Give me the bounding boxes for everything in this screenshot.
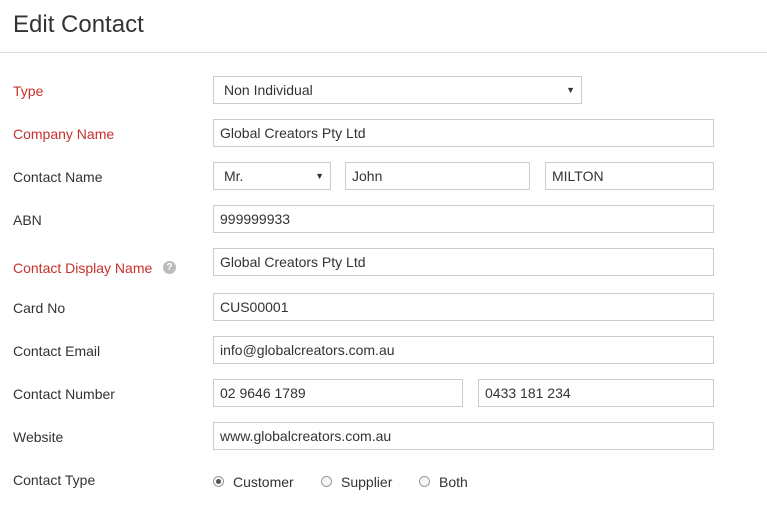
radio-checked-icon[interactable] <box>213 476 224 487</box>
website-label: Website <box>13 429 64 445</box>
radio-label: Both <box>439 474 468 490</box>
email-label: Contact Email <box>13 343 101 359</box>
company-name-input[interactable]: Global Creators Pty Ltd <box>213 119 714 147</box>
display-name-input[interactable]: Global Creators Pty Ltd <box>213 248 714 276</box>
caret-down-icon: ▼ <box>566 85 575 95</box>
last-name-input[interactable]: MILTON <box>545 162 714 190</box>
salutation-select-value: Mr. <box>224 168 244 184</box>
caret-down-icon: ▼ <box>315 171 324 181</box>
company-name-label: Company Name <box>13 126 115 142</box>
radio-label: Customer <box>233 474 294 490</box>
salutation-select[interactable]: Mr. ▼ <box>213 162 331 190</box>
page-title: Edit Contact <box>13 11 144 38</box>
mobile-input[interactable]: 0433 181 234 <box>478 379 714 407</box>
card-no-input[interactable]: CUS00001 <box>213 293 714 321</box>
contact-name-label: Contact Name <box>13 169 103 185</box>
type-select[interactable]: Non Individual ▼ <box>213 76 582 104</box>
abn-label: ABN <box>13 212 42 228</box>
radio-unchecked-icon[interactable] <box>419 476 430 487</box>
phone-input[interactable]: 02 9646 1789 <box>213 379 463 407</box>
radio-label: Supplier <box>341 474 393 490</box>
radio-unchecked-icon[interactable] <box>321 476 332 487</box>
email-input[interactable]: info@globalcreators.com.au <box>213 336 714 364</box>
type-label: Type <box>13 83 44 99</box>
display-name-label: Contact Display Name <box>13 260 153 276</box>
card-no-label: Card No <box>13 300 66 316</box>
abn-input[interactable]: 999999933 <box>213 205 714 233</box>
first-name-input[interactable]: John <box>345 162 530 190</box>
page-header: Edit Contact <box>0 0 767 53</box>
type-select-value: Non Individual <box>224 82 313 98</box>
website-input[interactable]: www.globalcreators.com.au <box>213 422 714 450</box>
contact-number-label: Contact Number <box>13 386 115 402</box>
contact-type-label: Contact Type <box>13 472 96 488</box>
question-circle-icon[interactable]: ? <box>163 261 176 274</box>
